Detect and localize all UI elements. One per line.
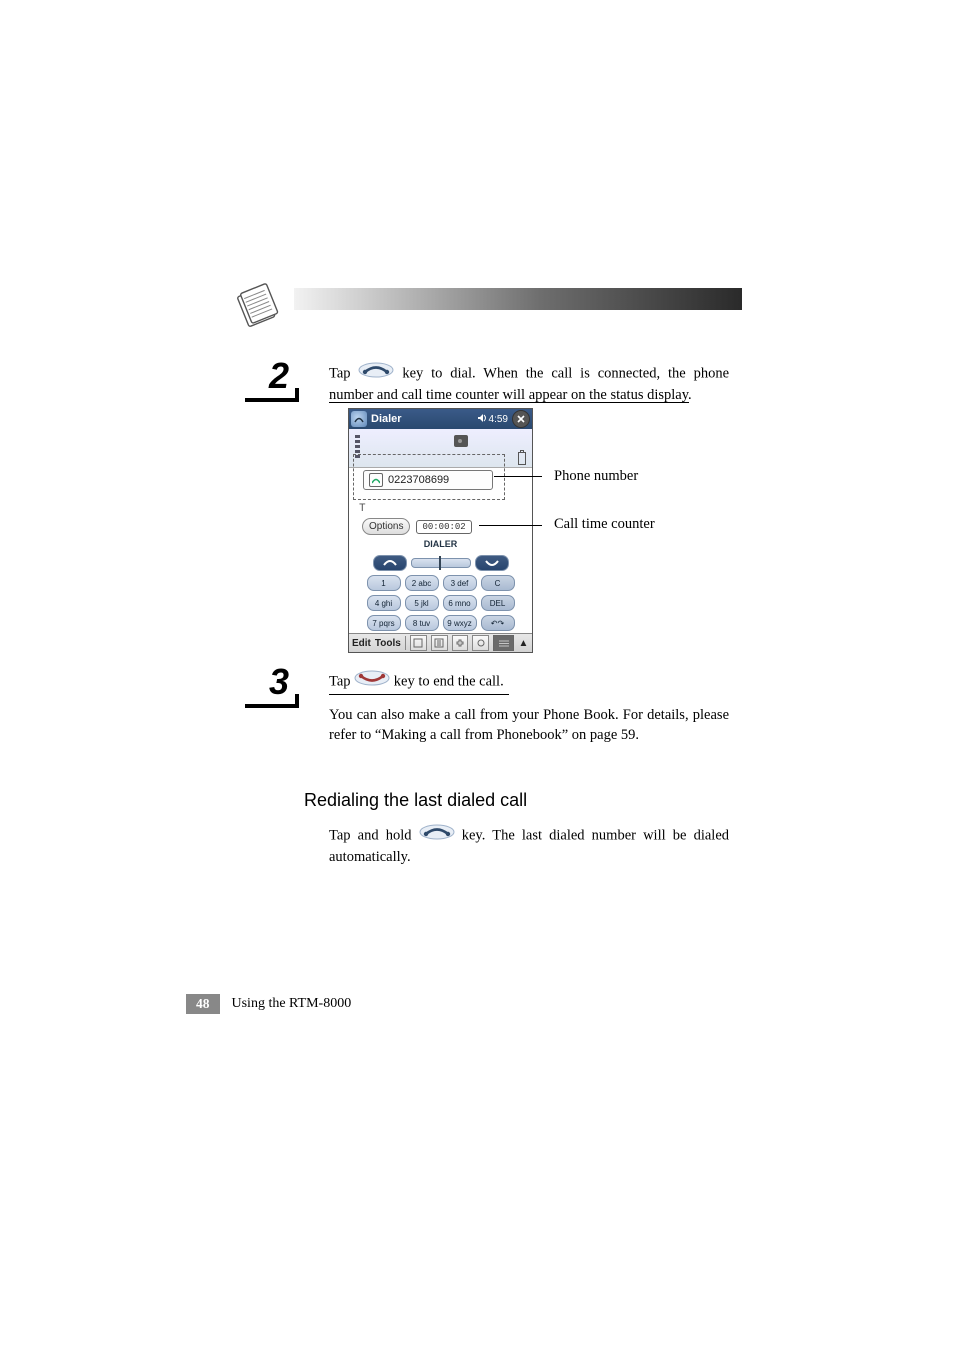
step-2-body: Tap key to dial. When the call is connec… bbox=[329, 363, 729, 405]
options-button[interactable]: Options bbox=[362, 518, 410, 535]
key-6[interactable]: 6 mno bbox=[443, 595, 477, 611]
key-8[interactable]: 8 tuv bbox=[405, 615, 439, 631]
active-call-icon bbox=[369, 473, 383, 487]
section-body: Tap and hold key. The last dialed number… bbox=[329, 825, 729, 867]
step-3-body-line1: Tap key to end the call. bbox=[329, 671, 729, 694]
chapter-title: Using the RTM-8000 bbox=[232, 996, 352, 1012]
volume-slider[interactable] bbox=[411, 558, 471, 568]
step-3-body-line2: You can also make a call from your Phone… bbox=[329, 706, 729, 745]
toolbar-icon-1[interactable] bbox=[410, 635, 427, 651]
step-3-text-after: key to end the call. bbox=[394, 674, 504, 690]
key-2[interactable]: 2 abc bbox=[405, 575, 439, 591]
toolbar-icon-2[interactable] bbox=[431, 635, 448, 651]
callout-line-1 bbox=[494, 476, 542, 477]
dialer-screenshot: Dialer 4:59 bbox=[348, 408, 533, 653]
record-flag-icon bbox=[454, 435, 468, 447]
page-footer: 48 Using the RTM-8000 bbox=[186, 993, 351, 1015]
titlebar-title: Dialer bbox=[371, 413, 473, 425]
key-redial[interactable]: ↶↷ bbox=[481, 615, 515, 631]
page-number: 48 bbox=[186, 994, 220, 1014]
key-5[interactable]: 5 jkl bbox=[405, 595, 439, 611]
callout-phone-number: Phone number bbox=[554, 468, 638, 485]
toolbar-separator bbox=[405, 636, 406, 650]
key-1[interactable]: 1 bbox=[367, 575, 401, 591]
sip-keyboard-icon[interactable] bbox=[493, 635, 514, 651]
step-3-label: 3 bbox=[245, 664, 295, 708]
titlebar: Dialer 4:59 bbox=[349, 409, 532, 429]
key-3[interactable]: 3 def bbox=[443, 575, 477, 591]
step-bracket-icon bbox=[245, 392, 295, 402]
options-row: Options 00:00:02 bbox=[362, 518, 472, 535]
key-9[interactable]: 9 wxyz bbox=[443, 615, 477, 631]
signal-bars-icon bbox=[355, 435, 363, 461]
speaker-icon bbox=[477, 413, 487, 426]
battery-icon bbox=[518, 452, 526, 465]
phone-number-row: 0223708699 bbox=[363, 470, 493, 490]
hangup-key-icon bbox=[354, 670, 390, 693]
phone-number-value: 0223708699 bbox=[388, 474, 449, 486]
menu-edit[interactable]: Edit bbox=[352, 638, 371, 649]
key-4[interactable]: 4 ghi bbox=[367, 595, 401, 611]
dialer-app-icon bbox=[351, 411, 367, 427]
key-clear[interactable]: C bbox=[481, 575, 515, 591]
step-2-label: 2 bbox=[245, 358, 295, 402]
device-screen: Dialer 4:59 bbox=[348, 408, 533, 653]
key-7[interactable]: 7 pqrs bbox=[367, 615, 401, 631]
header-banner bbox=[222, 282, 742, 332]
step-2-text-before: Tap bbox=[329, 366, 358, 382]
toolbar-icon-3[interactable] bbox=[452, 635, 469, 651]
step-bracket-icon bbox=[245, 698, 295, 708]
dial-key-icon bbox=[358, 362, 394, 385]
titlebar-time-area: 4:59 bbox=[477, 413, 508, 426]
section-heading-redial: Redialing the last dialed call bbox=[304, 790, 527, 811]
dial-handset-icon[interactable] bbox=[373, 555, 407, 571]
dial-hold-key-icon bbox=[419, 824, 455, 847]
page-container: 2 Tap key to dial. When the call is conn… bbox=[0, 0, 954, 1351]
step-3-rule bbox=[329, 694, 509, 695]
titlebar-time: 4:59 bbox=[489, 414, 508, 425]
anchor-glyph: T bbox=[359, 503, 366, 515]
toolbar-icon-4[interactable] bbox=[472, 635, 489, 651]
status-area bbox=[349, 429, 532, 468]
menu-tools[interactable]: Tools bbox=[375, 638, 401, 649]
step-2-number: 2 bbox=[245, 358, 295, 394]
step-3-number: 3 bbox=[245, 664, 295, 700]
book-icon bbox=[230, 278, 286, 339]
bottom-toolbar: Edit Tools ▲ bbox=[349, 633, 532, 652]
dialer-label: DIALER bbox=[359, 539, 522, 553]
callout-call-time-counter: Call time counter bbox=[554, 516, 655, 533]
hangup-handset-icon[interactable] bbox=[475, 555, 509, 571]
callout-line-2 bbox=[479, 525, 542, 526]
close-icon[interactable] bbox=[512, 410, 530, 428]
call-timer: 00:00:02 bbox=[416, 520, 471, 534]
key-del[interactable]: DEL bbox=[481, 595, 515, 611]
section-body-before: Tap and hold bbox=[329, 828, 419, 844]
step-2-rule bbox=[329, 402, 689, 403]
sip-menu-arrow-icon[interactable]: ▲ bbox=[518, 636, 529, 650]
step-3-text-before: Tap bbox=[329, 674, 354, 690]
